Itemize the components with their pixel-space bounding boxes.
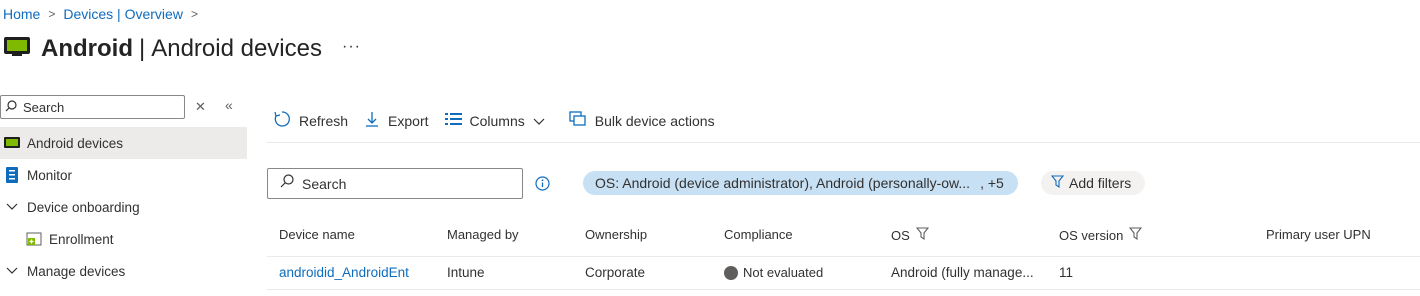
page-header: Android | Android devices bbox=[0, 34, 322, 63]
command-bar: Refresh Export Columns Bulk device actio… bbox=[273, 110, 731, 131]
toolbar-divider bbox=[266, 142, 1420, 143]
refresh-icon bbox=[273, 110, 299, 131]
column-header-primary-user-upn[interactable]: Primary user UPN bbox=[1266, 227, 1371, 242]
os-filter-label: OS: Android (device administrator), Andr… bbox=[595, 175, 971, 191]
monitor-icon bbox=[3, 167, 21, 183]
chevron-down-icon bbox=[3, 199, 21, 215]
search-icon bbox=[280, 174, 294, 193]
column-header-os[interactable]: OS bbox=[891, 227, 929, 243]
sidebar-item-monitor[interactable]: Monitor bbox=[0, 159, 247, 191]
export-button[interactable]: Export bbox=[364, 110, 429, 131]
column-header-managed-by[interactable]: Managed by bbox=[447, 227, 519, 242]
bulk-actions-label: Bulk device actions bbox=[594, 112, 715, 129]
page-title-bold: Android bbox=[41, 34, 133, 62]
breadcrumb-home[interactable]: Home bbox=[3, 6, 40, 22]
refresh-label: Refresh bbox=[299, 112, 349, 129]
download-icon bbox=[364, 110, 388, 131]
column-header-ownership[interactable]: Ownership bbox=[585, 227, 647, 242]
column-header-os-version[interactable]: OS version bbox=[1059, 227, 1143, 243]
breadcrumb: Home > Devices | Overview > bbox=[3, 6, 206, 22]
sidebar-item-device-onboarding[interactable]: Device onboarding bbox=[0, 191, 247, 223]
os-filter-more: , +5 bbox=[980, 175, 1004, 191]
sidebar-item-label: Manage devices bbox=[27, 263, 126, 279]
sidebar-item-label: Monitor bbox=[27, 167, 73, 183]
chevron-right-icon: > bbox=[48, 7, 56, 21]
more-icon[interactable]: ··· bbox=[342, 38, 361, 56]
os-version-cell: 11 bbox=[1059, 265, 1074, 280]
sidebar-item-label: Device onboarding bbox=[27, 199, 140, 215]
search-icon bbox=[5, 99, 17, 115]
chevron-right-icon: > bbox=[190, 7, 198, 21]
filter-icon[interactable] bbox=[1123, 227, 1143, 243]
managed-by-cell: Intune bbox=[447, 265, 485, 280]
sidebar-search bbox=[0, 95, 185, 119]
header-label: Managed by bbox=[447, 227, 519, 242]
os-filter-chip[interactable]: OS: Android (device administrator), Andr… bbox=[583, 171, 1018, 195]
columns-label: Columns bbox=[469, 112, 525, 129]
add-filters-label: Add filters bbox=[1069, 175, 1132, 191]
sidebar-item-enrollment[interactable]: Enrollment bbox=[0, 223, 247, 255]
page-title-rest: Android devices bbox=[151, 34, 322, 62]
compliance-label: Not evaluated bbox=[743, 265, 824, 280]
sidebar-item-android-devices[interactable]: Android devices bbox=[0, 127, 247, 159]
sidebar-search-input[interactable] bbox=[23, 99, 183, 115]
breadcrumb-devices[interactable]: Devices | Overview bbox=[63, 6, 183, 22]
export-label: Export bbox=[388, 112, 429, 129]
add-filters-button[interactable]: Add filters bbox=[1041, 171, 1146, 195]
enrollment-icon bbox=[25, 231, 43, 247]
os-cell: Android (fully manage... bbox=[891, 265, 1034, 280]
android-device-icon bbox=[3, 135, 21, 151]
columns-button[interactable]: Columns bbox=[444, 112, 553, 129]
chevron-down-icon bbox=[533, 113, 553, 129]
filter-icon[interactable] bbox=[910, 227, 929, 243]
compliance-cell: Not evaluated bbox=[724, 265, 823, 280]
sidebar-item-manage-devices[interactable]: Manage devices bbox=[0, 255, 247, 287]
ownership-cell: Corporate bbox=[585, 265, 646, 280]
column-header-compliance[interactable]: Compliance bbox=[724, 227, 793, 242]
clear-search-icon[interactable]: ✕ bbox=[195, 99, 206, 115]
device-name-link[interactable]: androidid_AndroidEnt bbox=[279, 265, 409, 280]
column-header-device-name[interactable]: Device name bbox=[279, 227, 355, 242]
page-title: Android | Android devices bbox=[41, 34, 322, 62]
bulk-actions-icon bbox=[569, 111, 595, 130]
row-divider bbox=[267, 289, 1420, 290]
collapse-sidebar-icon[interactable]: « bbox=[225, 97, 233, 113]
info-icon[interactable] bbox=[535, 176, 550, 196]
grid-search bbox=[267, 168, 523, 199]
android-device-icon bbox=[3, 34, 31, 63]
sidebar-item-label: Enrollment bbox=[49, 231, 114, 247]
filter-icon bbox=[1050, 175, 1069, 191]
header-label: Device name bbox=[279, 227, 355, 242]
bulk-device-actions-button[interactable]: Bulk device actions bbox=[569, 111, 715, 130]
columns-icon bbox=[444, 112, 470, 129]
header-label: OS version bbox=[1059, 227, 1124, 243]
header-label: OS bbox=[891, 227, 910, 243]
header-label: Compliance bbox=[724, 227, 793, 242]
header-label: Ownership bbox=[585, 227, 648, 242]
header-divider bbox=[267, 256, 1420, 257]
chevron-down-icon bbox=[3, 263, 21, 279]
grid-search-input[interactable] bbox=[302, 175, 502, 192]
refresh-button[interactable]: Refresh bbox=[273, 110, 348, 131]
not-evaluated-status-icon bbox=[724, 265, 738, 280]
sidebar-item-label: Android devices bbox=[27, 135, 124, 151]
header-label: Primary user UPN bbox=[1266, 227, 1371, 242]
